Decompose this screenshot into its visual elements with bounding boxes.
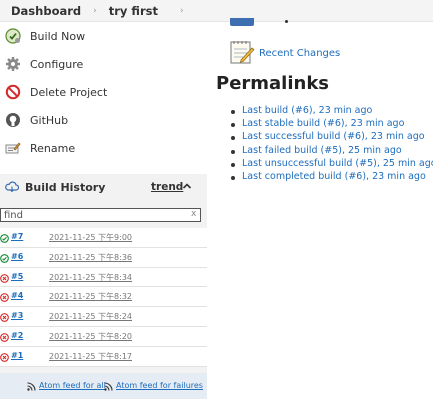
build-row: #5 2021-11-25 下午8:34 bbox=[0, 268, 207, 288]
chevron-up-icon[interactable] bbox=[181, 180, 193, 192]
gear-icon bbox=[4, 55, 22, 73]
feeds-bar: Atom feed for all Atom feed for failures bbox=[0, 373, 207, 399]
build-row: #2 2021-11-25 下午8:20 bbox=[0, 327, 207, 347]
build-number-link[interactable]: #4 bbox=[11, 291, 23, 300]
breadcrumb: Dashboard › try first › bbox=[0, 0, 433, 22]
feed-all-link[interactable]: Atom feed for all bbox=[27, 381, 106, 391]
bullet-icon bbox=[285, 20, 288, 23]
recent-changes-label: Recent Changes bbox=[259, 48, 341, 59]
build-list: #7 2021-11-25 下午9:00 #6 2021-11-25 下午8:36 #5… bbox=[0, 228, 207, 367]
task-label: Build Now bbox=[30, 29, 86, 43]
recent-changes-link[interactable]: Recent Changes bbox=[228, 39, 340, 68]
build-number-link[interactable]: #3 bbox=[11, 311, 23, 320]
build-date-link[interactable]: 2021-11-25 下午9:00 bbox=[49, 232, 132, 243]
permalink-last-completed-build[interactable]: Last completed build (#6), 23 min ago bbox=[228, 171, 433, 184]
notepad-icon bbox=[228, 39, 255, 68]
permalink-last-unsuccessful-build[interactable]: Last unsuccessful build (#5), 25 min ago bbox=[228, 158, 433, 171]
failed-cross-icon bbox=[0, 332, 9, 342]
trend-link[interactable]: trend bbox=[151, 181, 183, 193]
build-row: #6 2021-11-25 下午8:36 bbox=[0, 248, 207, 268]
build-history-widget: Build History trend x #7 2021-11-25 下午9:0… bbox=[0, 174, 207, 399]
chevron-right-icon[interactable]: › bbox=[180, 6, 184, 16]
build-row: #4 2021-11-25 下午8:32 bbox=[0, 287, 207, 308]
build-date-link[interactable]: 2021-11-25 下午8:34 bbox=[49, 272, 132, 283]
task-github[interactable]: GitHub bbox=[4, 110, 68, 130]
success-check-icon bbox=[0, 253, 9, 263]
breadcrumb-project[interactable]: try first bbox=[109, 4, 158, 18]
feed-failures-label: Atom feed for failures bbox=[116, 381, 203, 390]
permalink-last-build[interactable]: Last build (#6), 23 min ago bbox=[228, 105, 433, 118]
build-number-link[interactable]: #6 bbox=[11, 252, 23, 261]
github-icon bbox=[4, 111, 22, 129]
main-content: Recent Changes Permalinks Last build (#6… bbox=[207, 18, 433, 407]
build-date-link[interactable]: 2021-11-25 下午8:17 bbox=[49, 351, 132, 362]
rss-icon bbox=[104, 381, 113, 391]
build-history-header: Build History trend bbox=[0, 174, 207, 200]
build-row: #3 2021-11-25 下午8:24 bbox=[0, 307, 207, 327]
failed-cross-icon bbox=[0, 273, 9, 283]
permalink-last-successful-build[interactable]: Last successful build (#6), 23 min ago bbox=[228, 131, 433, 144]
build-number-link[interactable]: #1 bbox=[11, 351, 23, 360]
success-check-icon bbox=[0, 233, 9, 243]
task-label: Rename bbox=[30, 141, 76, 155]
build-now-icon bbox=[4, 27, 22, 45]
build-row: #7 2021-11-25 下午9:00 bbox=[0, 228, 207, 248]
build-date-link[interactable]: 2021-11-25 下午8:32 bbox=[49, 291, 132, 302]
workspace-icon bbox=[230, 18, 254, 26]
permalinks-list: Last build (#6), 23 min ago Last stable … bbox=[228, 105, 433, 184]
build-row: #1 2021-11-25 下午8:17 bbox=[0, 347, 207, 367]
failed-cross-icon bbox=[0, 312, 9, 323]
task-label: Delete Project bbox=[30, 85, 108, 99]
rename-icon bbox=[4, 139, 22, 157]
build-history-title: Build History bbox=[25, 180, 106, 194]
feed-all-label: Atom feed for all bbox=[39, 381, 106, 390]
feed-failures-link[interactable]: Atom feed for failures bbox=[104, 381, 203, 391]
permalinks-heading: Permalinks bbox=[216, 73, 330, 94]
task-delete-project[interactable]: Delete Project bbox=[4, 82, 107, 102]
task-build-now[interactable]: Build Now bbox=[4, 26, 85, 46]
task-label: Configure bbox=[30, 57, 84, 71]
failed-cross-icon bbox=[0, 292, 9, 303]
chevron-right-icon[interactable]: › bbox=[93, 6, 97, 16]
build-number-link[interactable]: #5 bbox=[11, 272, 23, 281]
task-configure[interactable]: Configure bbox=[4, 54, 83, 74]
task-rename[interactable]: Rename bbox=[4, 138, 75, 158]
build-date-link[interactable]: 2021-11-25 下午8:36 bbox=[49, 252, 132, 263]
build-date-link[interactable]: 2021-11-25 下午8:24 bbox=[49, 311, 132, 322]
permalink-last-failed-build[interactable]: Last failed build (#5), 25 min ago bbox=[228, 145, 433, 158]
permalink-last-stable-build[interactable]: Last stable build (#6), 23 min ago bbox=[228, 118, 433, 131]
failed-cross-icon bbox=[0, 352, 9, 362]
rss-icon bbox=[27, 381, 36, 391]
clear-search-icon[interactable]: x bbox=[191, 209, 196, 219]
breadcrumb-dashboard[interactable]: Dashboard bbox=[11, 4, 81, 18]
build-number-link[interactable]: #2 bbox=[11, 331, 23, 340]
build-number-link[interactable]: #7 bbox=[11, 232, 23, 241]
cloud-icon bbox=[5, 180, 20, 194]
build-search-input[interactable] bbox=[0, 208, 201, 222]
no-entry-icon bbox=[4, 83, 22, 101]
task-label: GitHub bbox=[30, 113, 69, 127]
build-date-link[interactable]: 2021-11-25 下午8:20 bbox=[49, 331, 132, 342]
